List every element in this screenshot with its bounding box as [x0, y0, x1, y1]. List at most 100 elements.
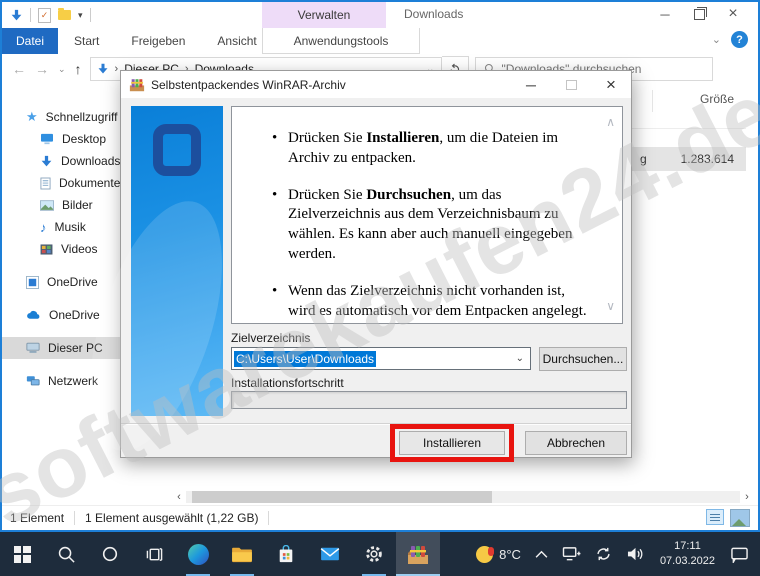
- forward-icon[interactable]: →: [35, 61, 49, 77]
- task-view-button[interactable]: [132, 532, 176, 576]
- column-header-size[interactable]: Größe: [652, 90, 744, 112]
- horizontal-scrollbar[interactable]: ‹ ›: [172, 490, 754, 504]
- instruction-bullet: Wenn das Zielverzeichnis nicht vorhanden…: [272, 282, 588, 322]
- action-center-icon: [730, 546, 749, 563]
- network-tray-button[interactable]: [557, 532, 586, 576]
- screen: ✓ ▾ Verwalten Downloads ─ × Datei Start …: [0, 0, 760, 576]
- dialog-minimize-button[interactable]: ─: [511, 71, 551, 98]
- maximize-icon: [566, 80, 577, 90]
- network-icon: [26, 375, 40, 387]
- back-icon[interactable]: ←: [12, 61, 26, 77]
- file-explorer-button[interactable]: [220, 532, 264, 576]
- dialog-titlebar: Selbstentpackendes WinRAR-Archiv ─ ×: [121, 71, 631, 98]
- cortana-button[interactable]: [88, 532, 132, 576]
- sync-icon: [595, 546, 612, 562]
- destination-value[interactable]: C:\Users\User\Downloads: [234, 351, 376, 367]
- contextual-tab-verwalten[interactable]: Verwalten: [262, 2, 386, 28]
- onedrive-cloud-icon: [26, 310, 41, 320]
- onedrive-square-icon: [26, 276, 39, 289]
- clock-date: 07.03.2022: [660, 554, 715, 569]
- destination-combobox[interactable]: C:\Users\User\Downloads ⌄: [231, 347, 531, 370]
- tab-anwendungstools[interactable]: Anwendungstools: [262, 28, 420, 54]
- restore-icon: [694, 9, 705, 20]
- file-name-fragment: g: [640, 152, 647, 166]
- mail-button[interactable]: [308, 532, 352, 576]
- up-icon[interactable]: ↑: [75, 61, 82, 77]
- volume-tray-button[interactable]: [621, 532, 650, 576]
- search-icon: [57, 545, 76, 564]
- location-icon: [97, 63, 109, 75]
- taskbar: 8°C 17:11 07.03.2022: [0, 532, 760, 576]
- new-folder-icon[interactable]: [58, 10, 71, 20]
- divider: [121, 423, 631, 425]
- film-icon: [40, 244, 53, 255]
- help-icon[interactable]: ?: [731, 31, 748, 48]
- thumbnail-view-icon[interactable]: [730, 509, 750, 527]
- sfx-banner: [131, 106, 223, 416]
- divider: [268, 511, 269, 525]
- cancel-button[interactable]: Abbrechen: [525, 431, 627, 455]
- tab-freigeben[interactable]: Freigeben: [115, 28, 201, 54]
- ribbon-tabs: Datei Start Freigeben Ansicht Anwendungs…: [2, 28, 758, 55]
- taskbar-search-button[interactable]: [44, 532, 88, 576]
- gear-icon: [364, 544, 384, 564]
- browse-button[interactable]: Durchsuchen...: [539, 347, 627, 371]
- tab-datei[interactable]: Datei: [2, 28, 58, 54]
- winrar-taskbar-button[interactable]: [396, 532, 440, 576]
- winrar-icon: [406, 544, 430, 565]
- divider: [74, 511, 75, 525]
- instruction-bullet: Drücken Sie Durchsuchen, um das Zielverz…: [272, 186, 588, 265]
- edge-button[interactable]: [176, 532, 220, 576]
- selection-info: 1 Element ausgewählt (1,22 GB): [85, 511, 258, 525]
- downloads-folder-icon[interactable]: [10, 9, 23, 22]
- computer-icon: [26, 342, 40, 354]
- item-count: 1 Element: [10, 511, 64, 525]
- winrar-sfx-dialog: Selbstentpackendes WinRAR-Archiv ─ × Drü…: [120, 70, 632, 458]
- scroll-down-icon[interactable]: ∨: [606, 299, 615, 315]
- minimize-button[interactable]: ─: [648, 2, 682, 26]
- dialog-maximize-button: [551, 71, 591, 98]
- scroll-right-icon[interactable]: ›: [740, 491, 754, 503]
- close-button[interactable]: ×: [716, 2, 750, 26]
- chevron-up-icon: [535, 550, 548, 559]
- clock[interactable]: 17:11 07.03.2022: [654, 539, 721, 569]
- scroll-up-icon[interactable]: ∧: [606, 115, 615, 131]
- chevron-down-icon[interactable]: ⌄: [516, 353, 530, 364]
- restore-button[interactable]: [682, 2, 716, 26]
- speaker-icon: [626, 546, 645, 562]
- customize-toolbar-icon[interactable]: ▾: [78, 10, 83, 21]
- details-view-icon[interactable]: [706, 509, 724, 525]
- action-center-button[interactable]: [725, 532, 754, 576]
- destination-label: Zielverzeichnis: [231, 331, 310, 345]
- divider: [90, 8, 91, 22]
- status-bar: 1 Element 1 Element ausgewählt (1,22 GB): [2, 505, 758, 530]
- start-button[interactable]: [0, 532, 44, 576]
- recent-locations-icon[interactable]: ⌄: [58, 64, 66, 75]
- scroll-left-icon[interactable]: ‹: [172, 491, 186, 503]
- download-arrow-icon: [40, 155, 53, 168]
- file-explorer-icon: [231, 545, 253, 563]
- task-view-icon: [145, 546, 164, 563]
- tab-start[interactable]: Start: [58, 28, 115, 54]
- instruction-bullet: Drücken Sie Installieren, um die Dateien…: [272, 129, 588, 169]
- progress-label: Installationsfortschritt: [231, 376, 344, 390]
- progress-bar: [231, 391, 627, 409]
- edge-icon: [188, 544, 209, 565]
- winrar-icon: [129, 78, 145, 92]
- scrollbar-thumb[interactable]: [192, 491, 492, 503]
- network-tray-icon: [562, 546, 581, 562]
- store-button[interactable]: [264, 532, 308, 576]
- desktop-icon: [40, 133, 54, 145]
- dialog-close-button[interactable]: ×: [591, 71, 631, 98]
- weather-widget[interactable]: 8°C: [471, 532, 526, 576]
- properties-icon[interactable]: ✓: [38, 8, 51, 23]
- scrollbar-track[interactable]: [186, 491, 740, 503]
- quick-access-toolbar: ✓ ▾: [2, 8, 91, 23]
- music-note-icon: ♪: [40, 220, 47, 235]
- tray-overflow-button[interactable]: [530, 532, 553, 576]
- store-icon: [277, 545, 295, 564]
- update-tray-button[interactable]: [590, 532, 617, 576]
- collapse-ribbon-icon[interactable]: ⌄: [712, 33, 721, 46]
- mail-icon: [320, 546, 340, 562]
- settings-button[interactable]: [352, 532, 396, 576]
